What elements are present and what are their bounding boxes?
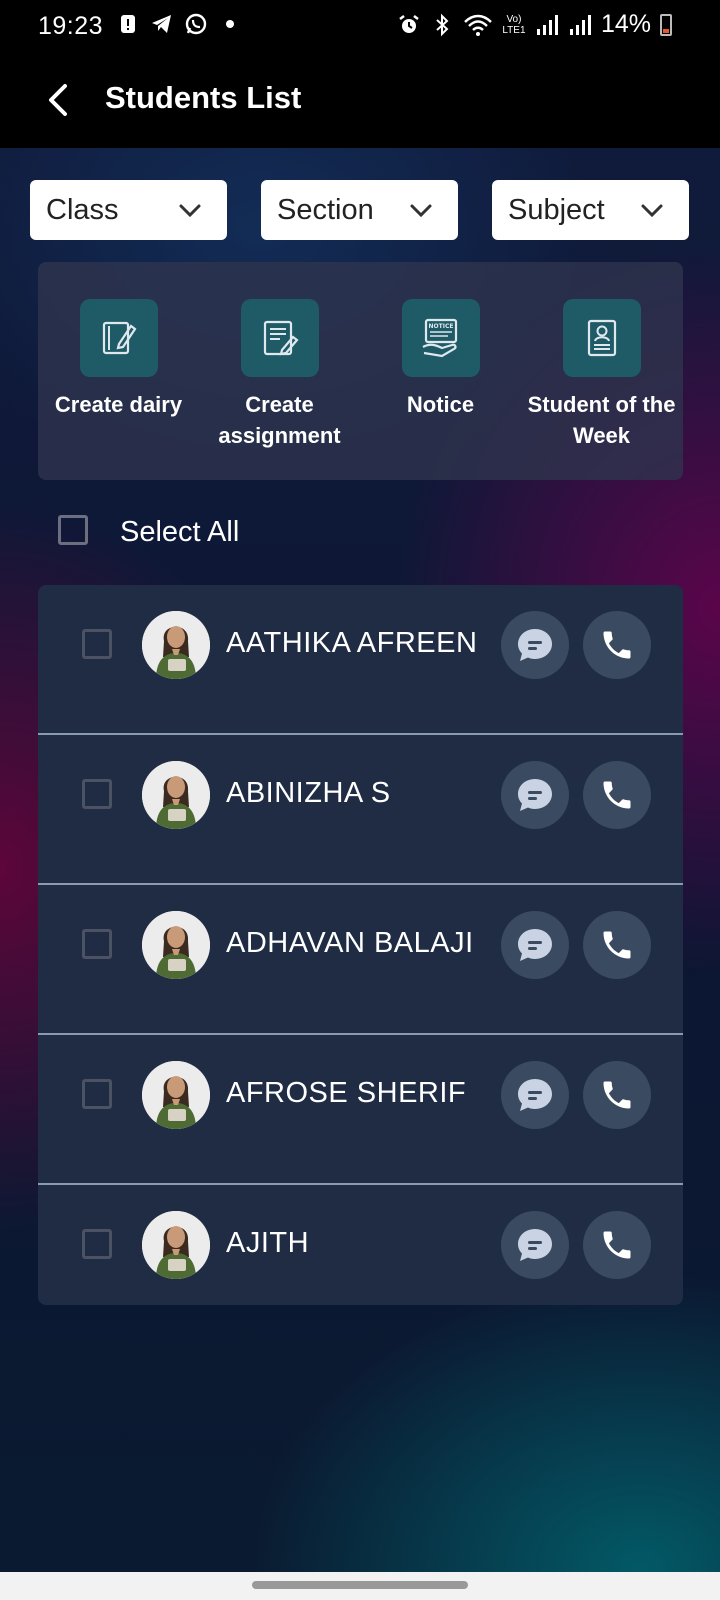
- back-arrow-icon: [49, 84, 67, 116]
- message-button[interactable]: [501, 761, 569, 829]
- subject-dropdown[interactable]: Subject: [492, 180, 689, 240]
- select-all-label: Select All: [120, 516, 240, 548]
- message-button[interactable]: [501, 1061, 569, 1129]
- phone-icon: [603, 1081, 631, 1109]
- chevron-down-icon: [410, 204, 432, 218]
- signal-strength-icon: [536, 14, 558, 35]
- student-badge-icon: [562, 299, 641, 377]
- create-dairy-label: Create dairy: [54, 392, 183, 417]
- chat-bubble-icon: [518, 929, 552, 961]
- list-item[interactable]: ADHAVAN BALAJI: [38, 885, 683, 1035]
- avatar: [142, 1211, 210, 1279]
- avatar: [142, 611, 210, 679]
- message-button[interactable]: [501, 1211, 569, 1279]
- telegram-icon: [152, 15, 171, 33]
- phone-icon: [603, 1231, 631, 1259]
- student-photo-icon: [142, 1061, 210, 1129]
- notice-action[interactable]: NOTICE Notice: [360, 299, 521, 420]
- list-item[interactable]: AFROSE SHERIF: [38, 1035, 683, 1185]
- home-gesture-handle[interactable]: [252, 1581, 468, 1589]
- class-dropdown[interactable]: Class: [30, 180, 227, 240]
- signal-strength-icon-2: [569, 14, 591, 35]
- avatar: [142, 1061, 210, 1129]
- chevron-down-icon: [641, 204, 663, 218]
- chat-bubble-icon: [518, 779, 552, 811]
- svg-text:NOTICE: NOTICE: [428, 323, 453, 330]
- avatar: [142, 911, 210, 979]
- avatar: [142, 761, 210, 829]
- create-assignment-label: Create assignment: [218, 392, 341, 448]
- phone-icon: [603, 631, 631, 659]
- chat-bubble-icon: [518, 629, 552, 661]
- system-icons: Vo) LTE1 14%: [397, 10, 672, 39]
- student-name: AFROSE SHERIF: [226, 1077, 467, 1109]
- back-button[interactable]: [34, 76, 82, 124]
- student-checkbox[interactable]: [82, 1079, 112, 1109]
- select-all-checkbox[interactable]: [58, 515, 88, 545]
- battery-icon: [660, 13, 672, 36]
- student-photo-icon: [142, 911, 210, 979]
- subject-dropdown-label: Subject: [508, 193, 605, 226]
- page-title: Students List: [105, 80, 302, 115]
- message-button[interactable]: [501, 611, 569, 679]
- student-name: AATHIKA AFREEN: [226, 627, 478, 659]
- create-assignment-action[interactable]: Create assignment: [199, 299, 360, 451]
- student-name: ABINIZHA S: [226, 777, 391, 809]
- list-item[interactable]: ABINIZHA S: [38, 735, 683, 885]
- create-dairy-action[interactable]: Create dairy: [38, 299, 199, 420]
- alarm-icon: [399, 14, 419, 33]
- student-photo-icon: [142, 1211, 210, 1279]
- status-bar: 19:23 Vo) LTE1 14%: [0, 0, 720, 52]
- student-photo-icon: [142, 761, 210, 829]
- quick-actions-card: Create dairy Create assignment NOTICE No…: [38, 262, 683, 480]
- app-bar: Students List: [0, 52, 720, 148]
- class-dropdown-label: Class: [46, 193, 119, 226]
- call-button[interactable]: [583, 911, 651, 979]
- student-checkbox[interactable]: [82, 629, 112, 659]
- student-of-the-week-label: Student of the Week: [527, 392, 676, 448]
- status-time: 19:23: [38, 12, 104, 40]
- section-dropdown-label: Section: [277, 193, 374, 226]
- whatsapp-icon: [185, 13, 207, 35]
- bluetooth-icon: [436, 13, 449, 36]
- battery-percent: 14%: [600, 10, 651, 38]
- chevron-down-icon: [179, 204, 201, 218]
- call-button[interactable]: [583, 1211, 651, 1279]
- phone-icon: [603, 931, 631, 959]
- diary-edit-icon: [79, 299, 158, 377]
- notification-icons: [116, 12, 242, 36]
- student-photo-icon: [142, 611, 210, 679]
- network-label: Vo) LTE1: [502, 13, 526, 36]
- message-button[interactable]: [501, 911, 569, 979]
- more-notifications-dot-icon: [226, 20, 234, 28]
- student-name: AJITH: [226, 1227, 310, 1259]
- phone-icon: [603, 781, 631, 809]
- call-button[interactable]: [583, 611, 651, 679]
- call-button[interactable]: [583, 1061, 651, 1129]
- student-name: ADHAVAN BALAJI: [226, 927, 474, 959]
- alert-notification-icon: [121, 15, 135, 33]
- chat-bubble-icon: [518, 1229, 552, 1261]
- chat-bubble-icon: [518, 1079, 552, 1111]
- student-checkbox[interactable]: [82, 929, 112, 959]
- list-item[interactable]: AJITH: [38, 1185, 683, 1305]
- call-button[interactable]: [583, 761, 651, 829]
- wifi-icon: [464, 14, 492, 36]
- section-dropdown[interactable]: Section: [261, 180, 458, 240]
- notice-label: Notice: [406, 392, 475, 417]
- list-item[interactable]: AATHIKA AFREEN: [38, 585, 683, 735]
- assignment-edit-icon: [240, 299, 319, 377]
- navigation-bar: [0, 1572, 720, 1600]
- student-checkbox[interactable]: [82, 779, 112, 809]
- student-checkbox[interactable]: [82, 1229, 112, 1259]
- notice-board-icon: NOTICE: [401, 299, 480, 377]
- student-list: AATHIKA AFREEN ABINIZHA S ADHAVAN BALAJI…: [38, 585, 683, 1305]
- student-of-the-week-action[interactable]: Student of the Week: [521, 299, 682, 451]
